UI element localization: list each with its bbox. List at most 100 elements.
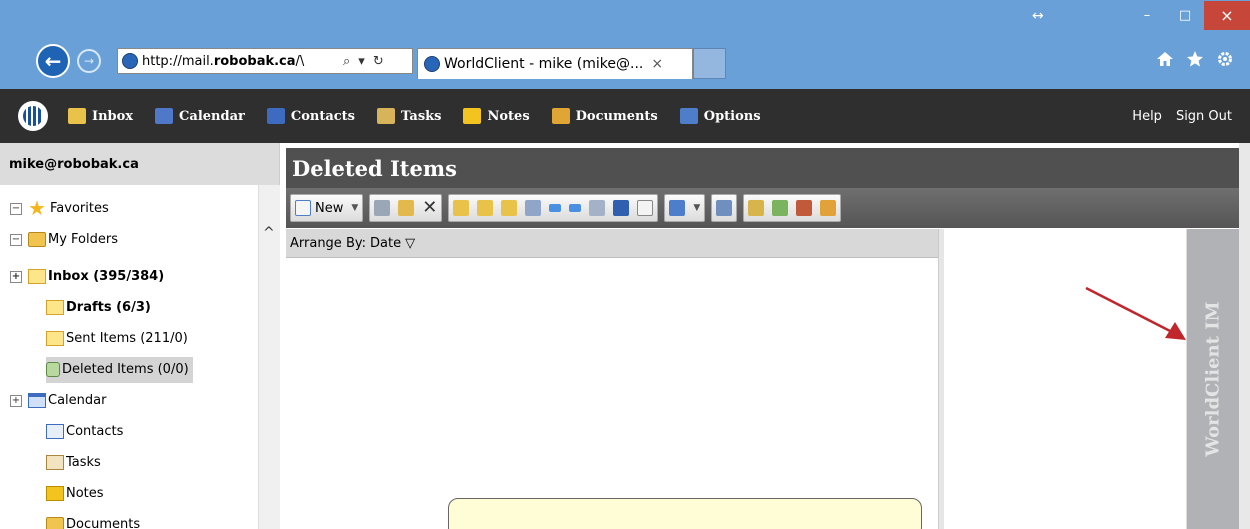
delete-icon[interactable]: ✕ [422, 199, 437, 217]
folder-pane: mike@robobak.ca − ★ Favorites − My Folde… [0, 143, 280, 529]
move-icon[interactable] [398, 200, 415, 216]
star-icon: ★ [28, 196, 46, 220]
reply-icon[interactable] [453, 200, 470, 216]
help-link[interactable]: Help [1132, 109, 1162, 124]
nav-documents[interactable]: Documents [551, 108, 658, 124]
maximize-button[interactable]: □ [1166, 0, 1204, 30]
source-icon[interactable] [637, 200, 654, 216]
folder-favorites[interactable]: − ★ Favorites [0, 193, 258, 224]
window-controls: – □ × [1128, 0, 1250, 30]
actions-group-1: ✕ [369, 194, 443, 222]
right-scrollbar[interactable] [1239, 143, 1250, 529]
worldclient-logo[interactable] [18, 101, 48, 131]
forward-icon[interactable] [501, 200, 518, 216]
tab-close-icon[interactable]: × [651, 56, 663, 72]
empty-trash-icon[interactable] [772, 200, 789, 216]
expand-icon[interactable]: + [10, 394, 22, 407]
collapse-icon[interactable]: − [10, 233, 22, 246]
gear-icon[interactable] [1216, 50, 1234, 68]
account-header: mike@robobak.ca [0, 143, 279, 185]
search-icon[interactable]: ⌕ [343, 54, 350, 69]
folder-tree: − ★ Favorites − My Folders + Inbox (395/… [0, 193, 258, 529]
nav-inbox[interactable]: Inbox [68, 108, 133, 124]
folder-scrollbar[interactable]: ^ [258, 185, 280, 529]
sort-icon[interactable]: ▽ [405, 236, 415, 251]
print-icon[interactable] [374, 200, 391, 216]
home-icon[interactable] [1156, 50, 1174, 68]
trash-icon [46, 362, 60, 377]
nav-options[interactable]: Options [679, 108, 761, 124]
reply-all-icon[interactable] [477, 200, 494, 216]
sign-out-link[interactable]: Sign Out [1176, 109, 1232, 124]
contacts-icon [46, 424, 64, 439]
new-message-button[interactable]: New [295, 200, 343, 216]
folder-my-folders[interactable]: − My Folders [0, 224, 258, 255]
mark-icon[interactable] [589, 200, 606, 216]
page-title: Deleted Items [286, 148, 1250, 188]
next-icon[interactable] [569, 204, 582, 212]
folder-sent-items[interactable]: Sent Items (211/0) [0, 323, 258, 354]
app-navbar: Inbox Calendar Contacts Tasks Notes Docu… [0, 89, 1250, 143]
info-box [448, 498, 922, 529]
message-toolbar: New ▼ ✕ ▼ [286, 188, 1250, 228]
back-button[interactable]: ← [36, 44, 70, 78]
previous-icon[interactable] [549, 204, 562, 212]
folder-calendar[interactable]: + Calendar [0, 385, 258, 416]
tab-title: WorldClient - mike (mike@... [444, 56, 644, 72]
folder-icon [28, 232, 46, 247]
expand-icon[interactable]: + [10, 270, 22, 283]
documents-icon [551, 108, 570, 124]
star-icon[interactable] [1186, 50, 1204, 68]
nav-tasks[interactable]: Tasks [376, 108, 441, 124]
nav-notes[interactable]: Notes [463, 108, 530, 124]
folder-deleted-items[interactable]: Deleted Items (0/0) [0, 354, 258, 385]
inbox-icon [68, 108, 86, 124]
documents-icon [46, 517, 64, 529]
chevron-down-icon[interactable]: ▾ [358, 54, 365, 69]
envelope-icon [28, 269, 46, 284]
nav-calendar[interactable]: Calendar [155, 108, 245, 124]
worldclient-im-tab[interactable]: WorldClient IM [1187, 229, 1239, 529]
minimize-button[interactable]: – [1128, 0, 1166, 30]
worldclient-im-label: WorldClient IM [1202, 301, 1224, 457]
address-bar[interactable]: http://mail.robobak.ca/\ ⌕ ▾ ↻ [117, 48, 413, 74]
chevron-down-icon[interactable]: ▼ [351, 203, 358, 213]
notes-icon [46, 486, 64, 501]
new-tab-button[interactable] [693, 48, 726, 79]
save-icon[interactable] [613, 200, 630, 216]
refresh-icon[interactable]: ↻ [373, 54, 384, 69]
browser-tab[interactable]: WorldClient - mike (mike@... × [417, 48, 693, 79]
folder-drafts[interactable]: Drafts (6/3) [0, 292, 258, 323]
envelope-icon [46, 331, 64, 346]
thumbs-up-icon[interactable] [820, 200, 837, 216]
folder-tasks[interactable]: Tasks [0, 447, 258, 478]
browser-chrome: ↔ – □ × ← → http://mail.robobak.ca/\ ⌕ ▾… [0, 0, 1250, 89]
arrange-value[interactable]: Date [370, 236, 401, 251]
layout-icon[interactable] [669, 200, 686, 216]
chevron-down-icon[interactable]: ▼ [693, 203, 700, 213]
tab-globe-icon [424, 56, 440, 72]
redirect-icon[interactable] [525, 200, 542, 216]
folder-documents[interactable]: Documents [0, 509, 258, 529]
collapse-icon[interactable]: − [10, 202, 22, 215]
scroll-up-icon[interactable]: ^ [263, 225, 275, 241]
view-group: ▼ [664, 194, 706, 222]
folder-contacts[interactable]: Contacts [0, 416, 258, 447]
notes-icon [463, 108, 482, 124]
copy-icon[interactable] [716, 200, 733, 216]
nav-contacts[interactable]: Contacts [266, 108, 355, 124]
calendar-icon [155, 108, 174, 124]
search-icon[interactable] [748, 200, 765, 216]
arrange-by-bar[interactable]: Arrange By: Date ▽ [286, 229, 938, 258]
thumbs-down-icon[interactable] [796, 200, 813, 216]
tasks-icon [376, 108, 395, 124]
new-message-icon [295, 200, 311, 216]
globe-icon [122, 53, 138, 69]
folder-notes[interactable]: Notes [0, 478, 258, 509]
resize-icon[interactable]: ↔ [1032, 8, 1044, 24]
folder-inbox[interactable]: + Inbox (395/384) [0, 261, 258, 292]
message-list[interactable] [286, 258, 938, 529]
options-icon [679, 108, 698, 124]
close-window-button[interactable]: × [1204, 0, 1250, 30]
forward-button[interactable]: → [77, 49, 101, 73]
